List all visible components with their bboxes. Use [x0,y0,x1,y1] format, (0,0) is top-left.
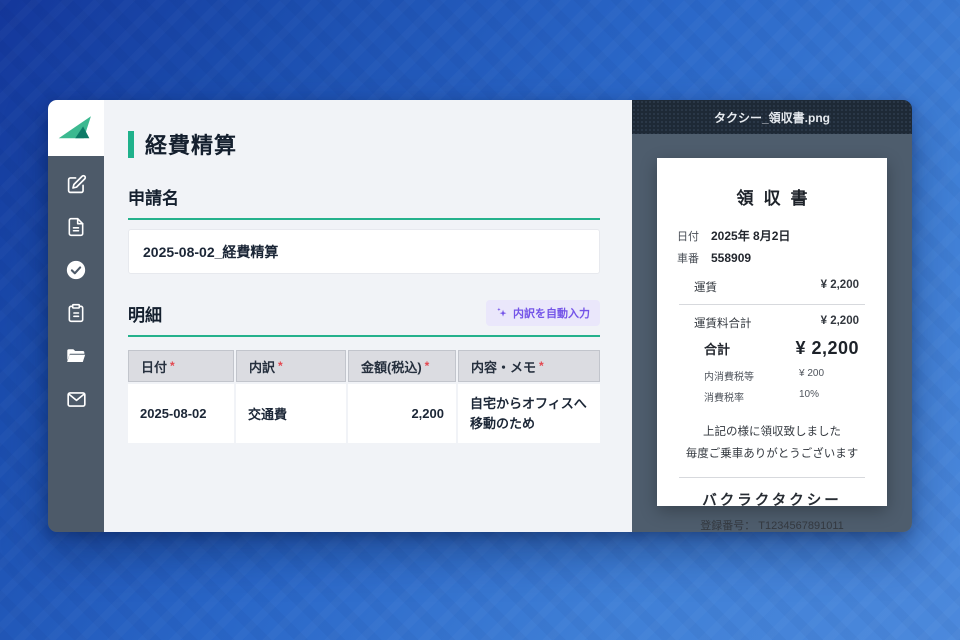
receipt-tax-rate-row: 消費税率 10% [704,389,887,404]
cell-amount[interactable]: 2,200 [348,384,456,443]
receipt-image: 領収書 日付 2025年 8月2日 車番 558909 運賃 ¥ 2,200 運… [657,158,887,506]
section-divider [128,335,600,337]
application-name-input[interactable] [128,229,600,274]
cell-category[interactable]: 交通費 [236,384,346,443]
folder-icon[interactable] [64,344,88,368]
section-divider [128,218,600,220]
sparkle-icon [496,307,508,319]
receipt-fare-row: 運賃 ¥ 2,200 [694,279,859,295]
application-name-heading: 申請名 [128,184,600,209]
required-marker: * [539,359,544,373]
receipt-preview-panel: タクシー_領収書.png 領収書 日付 2025年 8月2日 車番 558909… [632,100,912,532]
preview-body: 領収書 日付 2025年 8月2日 車番 558909 運賃 ¥ 2,200 運… [632,134,912,532]
sidebar [48,100,104,532]
required-marker: * [278,359,283,373]
sidebar-nav [48,156,104,411]
header-category: 内訳* [236,350,346,382]
receipt-tax-row: 内消費税等 ¥ 200 [704,368,887,383]
clipboard-icon[interactable] [64,301,88,325]
preview-filename: タクシー_領収書.png [632,100,912,134]
receipt-car-row: 車番 558909 [677,250,867,266]
document-icon[interactable] [64,215,88,239]
cell-date[interactable]: 2025-08-02 [128,384,234,443]
logo-triangle-icon [54,106,98,150]
required-marker: * [425,359,430,373]
required-marker: * [170,359,175,373]
receipt-company: バクラクタクシー [657,489,887,510]
receipt-divider [679,304,865,305]
page-title: 経費精算 [145,128,237,160]
header-date: 日付* [128,350,234,382]
receipt-title: 領収書 [657,184,887,209]
app-logo [48,100,104,156]
cell-memo[interactable]: 自宅からオフィスへ移動のため [458,384,600,443]
autofill-breakdown-button[interactable]: 内訳を自動入力 [486,300,600,326]
mail-icon[interactable] [64,387,88,411]
receipt-date-row: 日付 2025年 8月2日 [677,227,867,244]
receipt-fare-total-row: 運賃料合計 ¥ 2,200 [694,315,859,331]
receipt-divider [679,477,865,478]
page-title-row: 経費精算 [128,128,600,160]
header-amount: 金額(税込)* [348,350,456,382]
receipt-registration: 登録番号： T1234567891011 [657,517,887,532]
expense-table: 日付* 内訳* 金額(税込)* 内容・メモ* 2025-08-02 交通費 2,… [128,350,600,443]
title-accent-bar [128,131,134,158]
header-memo: 内容・メモ* [458,350,600,382]
edit-icon[interactable] [64,172,88,196]
details-heading: 明細 [128,301,162,326]
receipt-total-row: 合計 ¥ 2,200 [704,338,859,359]
table-row: 2025-08-02 交通費 2,200 自宅からオフィスへ移動のため [128,384,600,443]
autofill-button-label: 内訳を自動入力 [513,305,590,321]
app-window: 経費精算 申請名 明細 内訳を自動入力 日付* 内訳* [48,100,912,532]
main-content: 経費精算 申請名 明細 内訳を自動入力 日付* 内訳* [104,100,632,532]
table-header-row: 日付* 内訳* 金額(税込)* 内容・メモ* [128,350,600,382]
check-circle-icon[interactable] [64,258,88,282]
receipt-notes: 上記の様に領収致しました 毎度ご乗車ありがとうございます [657,421,887,466]
